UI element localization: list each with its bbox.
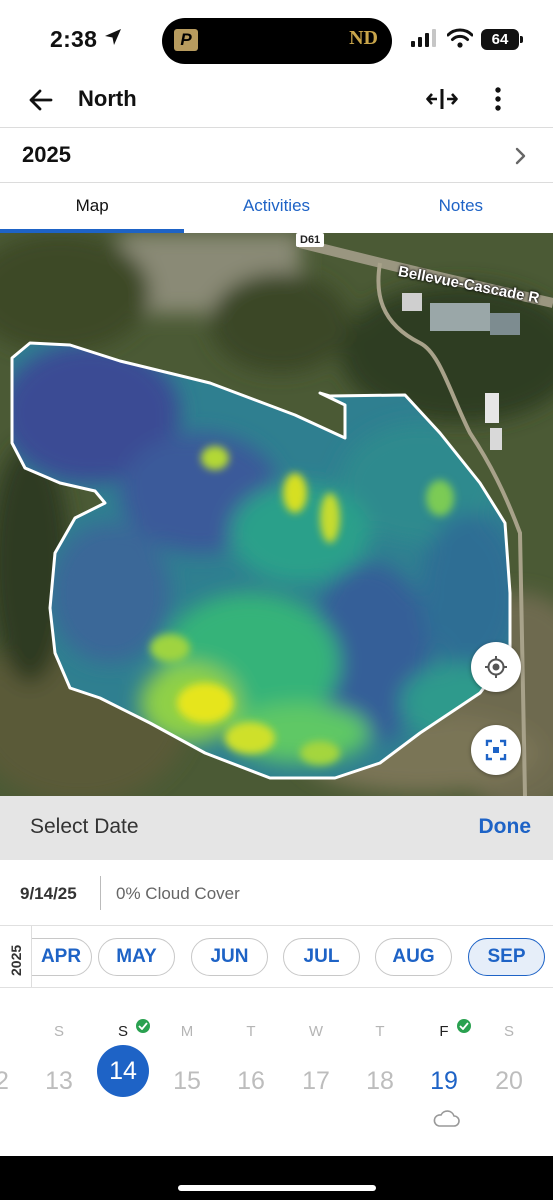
field-map[interactable]: D61 Bellevue-Cascade R bbox=[0, 233, 553, 796]
notre-dame-logo: ND bbox=[349, 27, 378, 49]
home-indicator[interactable] bbox=[178, 1185, 376, 1191]
road-number-label: D61 bbox=[296, 233, 325, 247]
day-2: 2 bbox=[0, 1067, 9, 1095]
purdue-logo: P bbox=[174, 29, 198, 51]
cloud-icon bbox=[433, 1110, 460, 1127]
battery-indicator: 64 bbox=[481, 29, 523, 50]
fit-bounds-icon bbox=[485, 739, 507, 761]
day-16: 16 bbox=[237, 1067, 265, 1095]
tab-bar: Map Activities Notes bbox=[0, 183, 553, 233]
day-13: 13 bbox=[45, 1067, 73, 1095]
bottom-bar bbox=[0, 1156, 553, 1200]
month-pill-jun[interactable]: JUN bbox=[191, 938, 268, 976]
day-14-selected[interactable]: 14 bbox=[97, 1045, 149, 1097]
satellite-imagery bbox=[0, 233, 553, 796]
dow-label: W bbox=[308, 1023, 324, 1040]
status-time: 2:38 bbox=[50, 26, 98, 52]
month-selector: 2025 APR MAY JUN JUL AUG SEP bbox=[0, 926, 553, 988]
tab-notes[interactable]: Notes bbox=[369, 183, 553, 233]
divider bbox=[100, 876, 101, 910]
year-label-text: 2025 bbox=[8, 944, 24, 976]
dynamic-island: P ND bbox=[162, 18, 392, 64]
year-label-vertical: 2025 bbox=[0, 926, 32, 987]
app-header: North bbox=[0, 72, 553, 128]
day-20: 20 bbox=[495, 1067, 523, 1095]
cell-signal-icon bbox=[411, 29, 436, 47]
dow-label: S bbox=[53, 1023, 64, 1040]
day-15: 15 bbox=[173, 1067, 201, 1095]
day-17: 17 bbox=[302, 1067, 330, 1095]
month-pill-aug[interactable]: AUG bbox=[375, 938, 452, 976]
tab-activities[interactable]: Activities bbox=[184, 183, 368, 233]
select-date-title: Select Date bbox=[30, 815, 139, 838]
back-arrow-icon[interactable] bbox=[26, 85, 56, 115]
dow-label: S bbox=[503, 1023, 514, 1040]
location-arrow-icon bbox=[105, 29, 121, 45]
select-date-header: Select Date Done bbox=[0, 796, 553, 860]
dow-label: T bbox=[246, 1023, 256, 1040]
status-bar: 2:38 P ND 64 bbox=[0, 0, 553, 72]
locate-icon bbox=[485, 656, 507, 678]
dow-label: M bbox=[180, 1023, 194, 1040]
fit-bounds-button[interactable] bbox=[471, 725, 521, 775]
done-button[interactable]: Done bbox=[479, 815, 532, 839]
page-title: North bbox=[78, 86, 137, 111]
day-19[interactable]: 19 bbox=[416, 1056, 472, 1106]
chevron-right-icon bbox=[515, 147, 526, 165]
day-selector: S S M T W T F S 2 13 14 15 16 17 18 19 2… bbox=[0, 1010, 553, 1130]
month-pill-sep[interactable]: SEP bbox=[468, 938, 545, 976]
tab-map[interactable]: Map bbox=[0, 183, 185, 233]
cloud-cover-text: 0% Cloud Cover bbox=[116, 884, 240, 903]
month-pill-may[interactable]: MAY bbox=[98, 938, 175, 976]
season-selector[interactable]: 2025 bbox=[0, 128, 553, 183]
image-available-check-icon bbox=[136, 1019, 150, 1033]
more-vertical-icon[interactable] bbox=[490, 85, 506, 113]
season-year: 2025 bbox=[22, 142, 71, 167]
selected-date-info: 9/14/25 0% Cloud Cover bbox=[0, 860, 553, 926]
image-available-check-icon bbox=[457, 1019, 471, 1033]
month-pill-jul[interactable]: JUL bbox=[283, 938, 360, 976]
locate-button[interactable] bbox=[471, 642, 521, 692]
selected-date: 9/14/25 bbox=[20, 884, 77, 903]
split-view-icon[interactable] bbox=[426, 88, 458, 110]
wifi-icon bbox=[447, 28, 473, 48]
day-18: 18 bbox=[366, 1067, 394, 1095]
dow-label: T bbox=[375, 1023, 385, 1040]
